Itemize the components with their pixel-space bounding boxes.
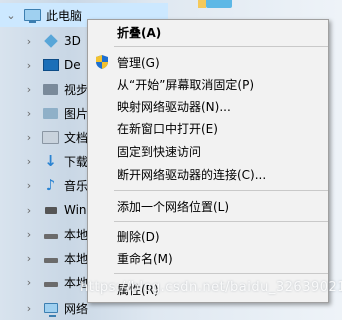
menu-item-collapse[interactable]: 折叠(A)	[88, 21, 328, 43]
chevron-right-icon[interactable]: ›	[24, 131, 34, 144]
chevron-right-icon[interactable]: ›	[24, 276, 34, 289]
nav-item-label: De	[64, 58, 81, 72]
menu-item-pin-to-quick-access[interactable]: 固定到快速访问	[88, 140, 328, 162]
documents-folder-icon	[42, 129, 59, 146]
local-drive-icon	[42, 226, 59, 243]
file-thumbnail-icon	[198, 0, 232, 8]
chevron-right-icon[interactable]: ›	[24, 302, 34, 315]
music-icon: ♪	[45, 175, 56, 194]
desktop-icon	[42, 57, 59, 74]
computer-icon	[24, 7, 41, 24]
context-menu: 折叠(A) 管理(G) 从“开始”屏幕取消固定(P) 映射网络驱动器(N)...…	[87, 19, 329, 303]
menu-item-manage[interactable]: 管理(G)	[88, 51, 328, 73]
chevron-right-icon[interactable]: ›	[24, 179, 34, 192]
menu-separator	[114, 46, 328, 47]
chevron-down-icon[interactable]: ⌄	[6, 9, 16, 22]
chevron-right-icon[interactable]: ›	[24, 35, 34, 48]
nav-item-label: 网络	[64, 301, 89, 316]
nav-item-label: Win	[64, 203, 87, 217]
menu-separator	[114, 273, 328, 274]
chevron-right-icon[interactable]: ›	[24, 83, 34, 96]
local-drive-icon	[42, 250, 59, 267]
menu-item-map-network-drive[interactable]: 映射网络驱动器(N)...	[88, 95, 328, 117]
nav-item-label: 此电脑	[46, 8, 83, 23]
windows-drive-icon	[42, 202, 59, 219]
nav-item-label: 本地	[64, 227, 89, 242]
menu-item-add-network-location[interactable]: 添加一个网络位置(L)	[88, 195, 328, 217]
chevron-right-icon[interactable]: ›	[24, 252, 34, 265]
nav-item-label: 3D	[64, 34, 81, 48]
pictures-folder-icon	[42, 105, 59, 122]
local-drive-icon	[42, 274, 59, 291]
network-icon	[42, 300, 59, 317]
nav-item-label: 本地	[64, 251, 89, 266]
chevron-right-icon[interactable]: ›	[24, 59, 34, 72]
nav-item-label: 视步	[64, 82, 89, 97]
menu-item-unpin-from-start[interactable]: 从“开始”屏幕取消固定(P)	[88, 73, 328, 95]
menu-separator	[114, 221, 328, 222]
chevron-right-icon[interactable]: ›	[24, 155, 34, 168]
menu-item-rename[interactable]: 重命名(M)	[88, 247, 328, 269]
menu-separator	[114, 190, 328, 191]
uac-shield-icon	[96, 55, 108, 69]
videos-folder-icon	[42, 81, 59, 98]
chevron-right-icon[interactable]: ›	[24, 107, 34, 120]
chevron-right-icon[interactable]: ›	[24, 228, 34, 241]
nav-item-label: 下载	[64, 154, 89, 169]
downloads-icon: ↓	[44, 151, 57, 170]
watermark-text: https://blog.csdn.net/baidu_32639021	[80, 280, 342, 295]
menu-item-disconnect-network-drive[interactable]: 断开网络驱动器的连接(C)...	[88, 163, 328, 185]
menu-item-open-in-new-window[interactable]: 在新窗口中打开(E)	[88, 117, 328, 139]
nav-item-label: 图片	[64, 106, 89, 121]
nav-item-label: 文档	[64, 130, 89, 145]
nav-item-label: 音乐	[64, 178, 89, 193]
menu-item-delete[interactable]: 删除(D)	[88, 225, 328, 247]
chevron-right-icon[interactable]: ›	[24, 204, 34, 217]
3d-objects-icon	[42, 33, 59, 50]
